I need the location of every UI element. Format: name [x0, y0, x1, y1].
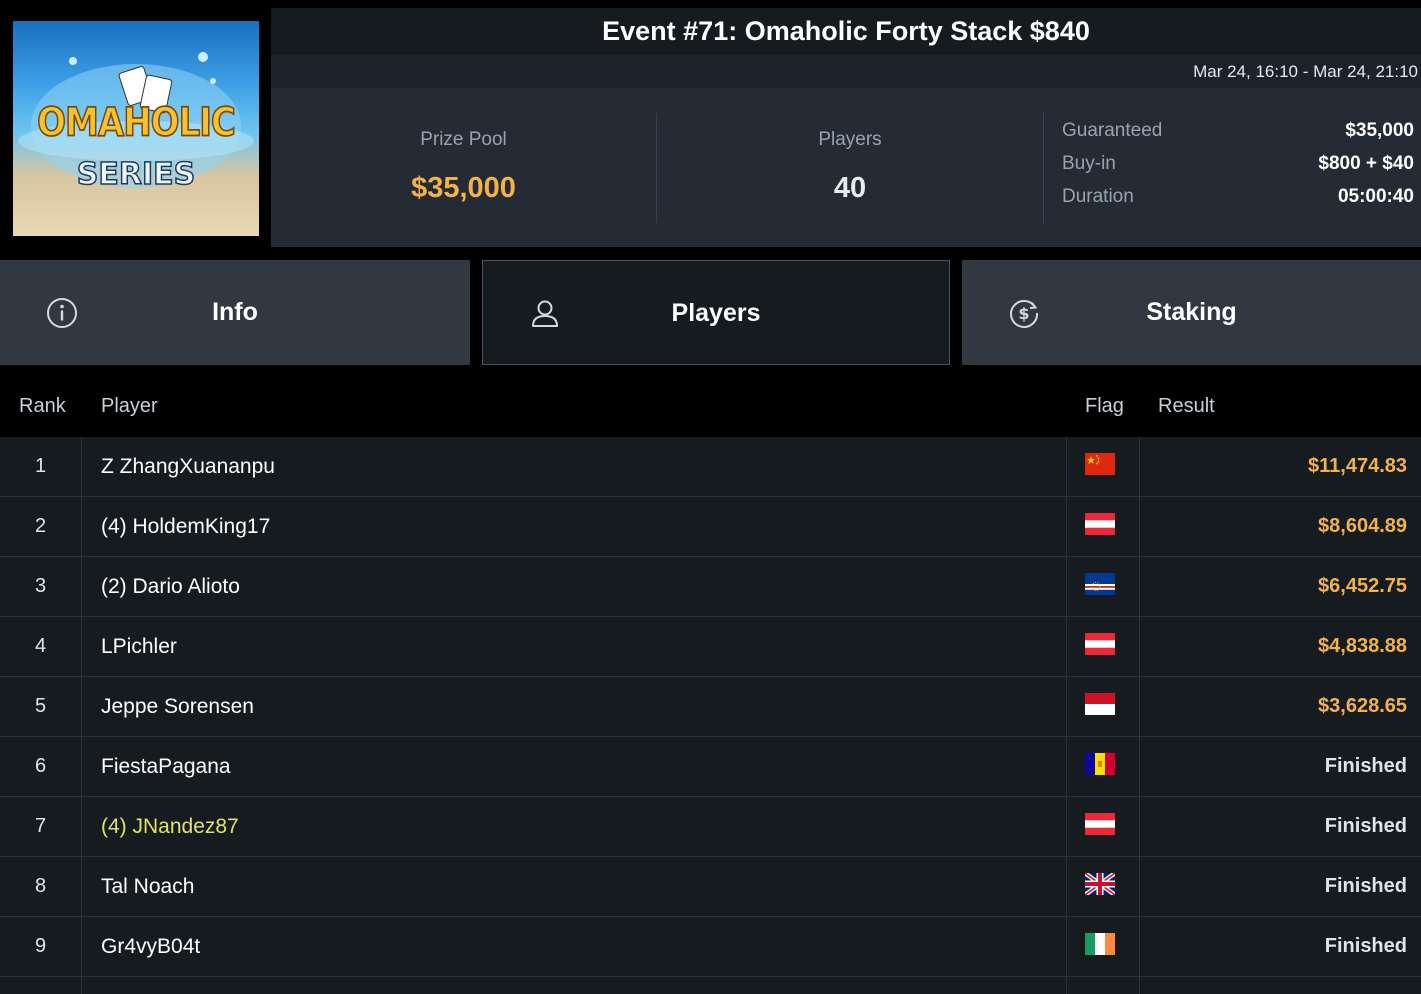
tab-players-label: Players: [671, 299, 761, 327]
ireland-flag-icon: [1085, 933, 1115, 955]
china-flag-icon: [1085, 453, 1115, 475]
table-row[interactable]: 3 (2) Dario Alioto $6,452.75: [0, 557, 1421, 617]
result-cell: Finished: [1324, 875, 1407, 897]
result-cell: $4,838.88: [1318, 635, 1407, 657]
austria-flag-icon: [1085, 513, 1115, 535]
flag-cell: [1066, 737, 1140, 796]
austria-flag-icon: [1085, 633, 1115, 655]
result-cell: Finished: [1324, 935, 1407, 957]
logo-subtitle: SERIES: [76, 156, 196, 193]
rank-cell: 3: [0, 557, 82, 616]
table-row[interactable]: 6 FiestaPagana Finished: [0, 737, 1421, 797]
rank-cell: 2: [0, 497, 82, 556]
detail-buy-in: Buy-in $800 + $40: [1062, 153, 1414, 186]
logo-title: OMAHOLIC: [36, 99, 236, 147]
detail-value: $800 + $40: [1318, 153, 1414, 174]
table-row[interactable]: 1 Z ZhangXuananpu $11,474.83: [0, 437, 1421, 497]
result-cell: $8,604.89: [1318, 515, 1407, 537]
player-name[interactable]: Tal Noach: [101, 857, 194, 916]
player-name[interactable]: Gr4vyB04t: [101, 917, 200, 976]
player-name[interactable]: (4) HoldemKing17: [101, 497, 270, 556]
prize-pool-value: $35,000: [411, 172, 516, 204]
column-header-rank: Rank: [19, 395, 66, 417]
player-name[interactable]: Jeppe Sorensen: [101, 677, 254, 736]
table-row[interactable]: 2 (4) HoldemKing17 $8,604.89: [0, 497, 1421, 557]
rank-cell: 4: [0, 617, 82, 676]
tab-info-label: Info: [212, 298, 258, 326]
event-dates: Mar 24, 16:10 - Mar 24, 21:10: [271, 55, 1421, 88]
tab-info[interactable]: Info: [0, 260, 470, 365]
event-logo-frame: OMAHOLIC SERIES: [0, 8, 271, 247]
detail-label: Duration: [1062, 186, 1134, 207]
table-row[interactable]: 8 Tal Noach Finished: [0, 857, 1421, 917]
rank-cell: 5: [0, 677, 82, 736]
players-stat: Players 40: [657, 88, 1043, 247]
rank-cell: 1: [0, 437, 82, 496]
rank-cell: [0, 977, 82, 994]
detail-label: Guaranteed: [1062, 120, 1163, 141]
results-table-header: Rank Player Flag Result: [0, 377, 1421, 437]
stats-divider: [1043, 113, 1044, 223]
result-cell: Finished: [1324, 755, 1407, 777]
monaco-flag-icon: [1085, 693, 1115, 715]
table-row[interactable]: 4 LPichler $4,838.88: [0, 617, 1421, 677]
austria-flag-icon: [1085, 813, 1115, 835]
rank-cell: 7: [0, 797, 82, 856]
results-table-body: 1 Z ZhangXuananpu $11,474.83 2 (4) HoldemKin…: [0, 437, 1421, 994]
omaholic-series-logo: OMAHOLIC SERIES: [13, 21, 259, 236]
column-header-player: Player: [101, 395, 158, 417]
andorra-flag-icon: [1085, 753, 1115, 775]
tab-staking[interactable]: $ Staking: [962, 260, 1421, 365]
column-header-flag: Flag: [1085, 395, 1124, 417]
rank-cell: 9: [0, 917, 82, 976]
event-title: Event #71: Omaholic Forty Stack $840: [602, 16, 1090, 46]
players-label: Players: [818, 129, 882, 150]
flag-cell: [1066, 437, 1140, 496]
detail-guaranteed: Guaranteed $35,000: [1062, 120, 1414, 153]
table-row[interactable]: 5 Jeppe Sorensen $3,628.65: [0, 677, 1421, 737]
player-name[interactable]: FiestaPagana: [101, 737, 231, 796]
tab-staking-label: Staking: [1146, 298, 1237, 326]
event-details: Guaranteed $35,000 Buy-in $800 + $40 Dur…: [1062, 120, 1414, 219]
flag-cell: [1066, 497, 1140, 556]
flag-cell: [1066, 617, 1140, 676]
result-cell: $6,452.75: [1318, 575, 1407, 597]
detail-duration: Duration 05:00:40: [1062, 186, 1414, 219]
result-cell: $3,628.65: [1318, 695, 1407, 717]
event-title-bar: Event #71: Omaholic Forty Stack $840: [271, 8, 1421, 55]
flag-cell: [1066, 857, 1140, 916]
player-name[interactable]: Z ZhangXuananpu: [101, 437, 275, 496]
flag-cell: [1066, 977, 1140, 994]
player-name[interactable]: (4) JNandez87: [101, 797, 239, 856]
player-name[interactable]: LPichler: [101, 617, 177, 676]
flag-cell: [1066, 677, 1140, 736]
tab-players[interactable]: Players: [482, 260, 950, 365]
united-kingdom-flag-icon: [1085, 873, 1115, 895]
column-header-result: Result: [1158, 395, 1215, 417]
player-name[interactable]: (2) Dario Alioto: [101, 557, 240, 616]
detail-label: Buy-in: [1062, 153, 1116, 174]
players-value: 40: [833, 172, 867, 204]
prize-pool-label: Prize Pool: [420, 129, 507, 150]
table-row[interactable]: 7 (4) JNandez87 Finished: [0, 797, 1421, 857]
flag-cell: [1066, 797, 1140, 856]
table-row-partial: [0, 977, 1421, 994]
cape-verde-flag-icon: [1085, 573, 1115, 595]
detail-value: 05:00:40: [1337, 186, 1414, 207]
rank-cell: 8: [0, 857, 82, 916]
flag-cell: [1066, 917, 1140, 976]
flag-cell: [1066, 557, 1140, 616]
rank-cell: 6: [0, 737, 82, 796]
result-cell: $11,474.83: [1308, 455, 1407, 477]
table-row[interactable]: 9 Gr4vyB04t Finished: [0, 917, 1421, 977]
result-cell: Finished: [1324, 815, 1407, 837]
prize-pool-stat: Prize Pool $35,000: [271, 88, 656, 247]
event-stats-panel: Prize Pool $35,000 Players 40 Guaranteed…: [271, 88, 1421, 247]
detail-value: $35,000: [1345, 120, 1414, 141]
